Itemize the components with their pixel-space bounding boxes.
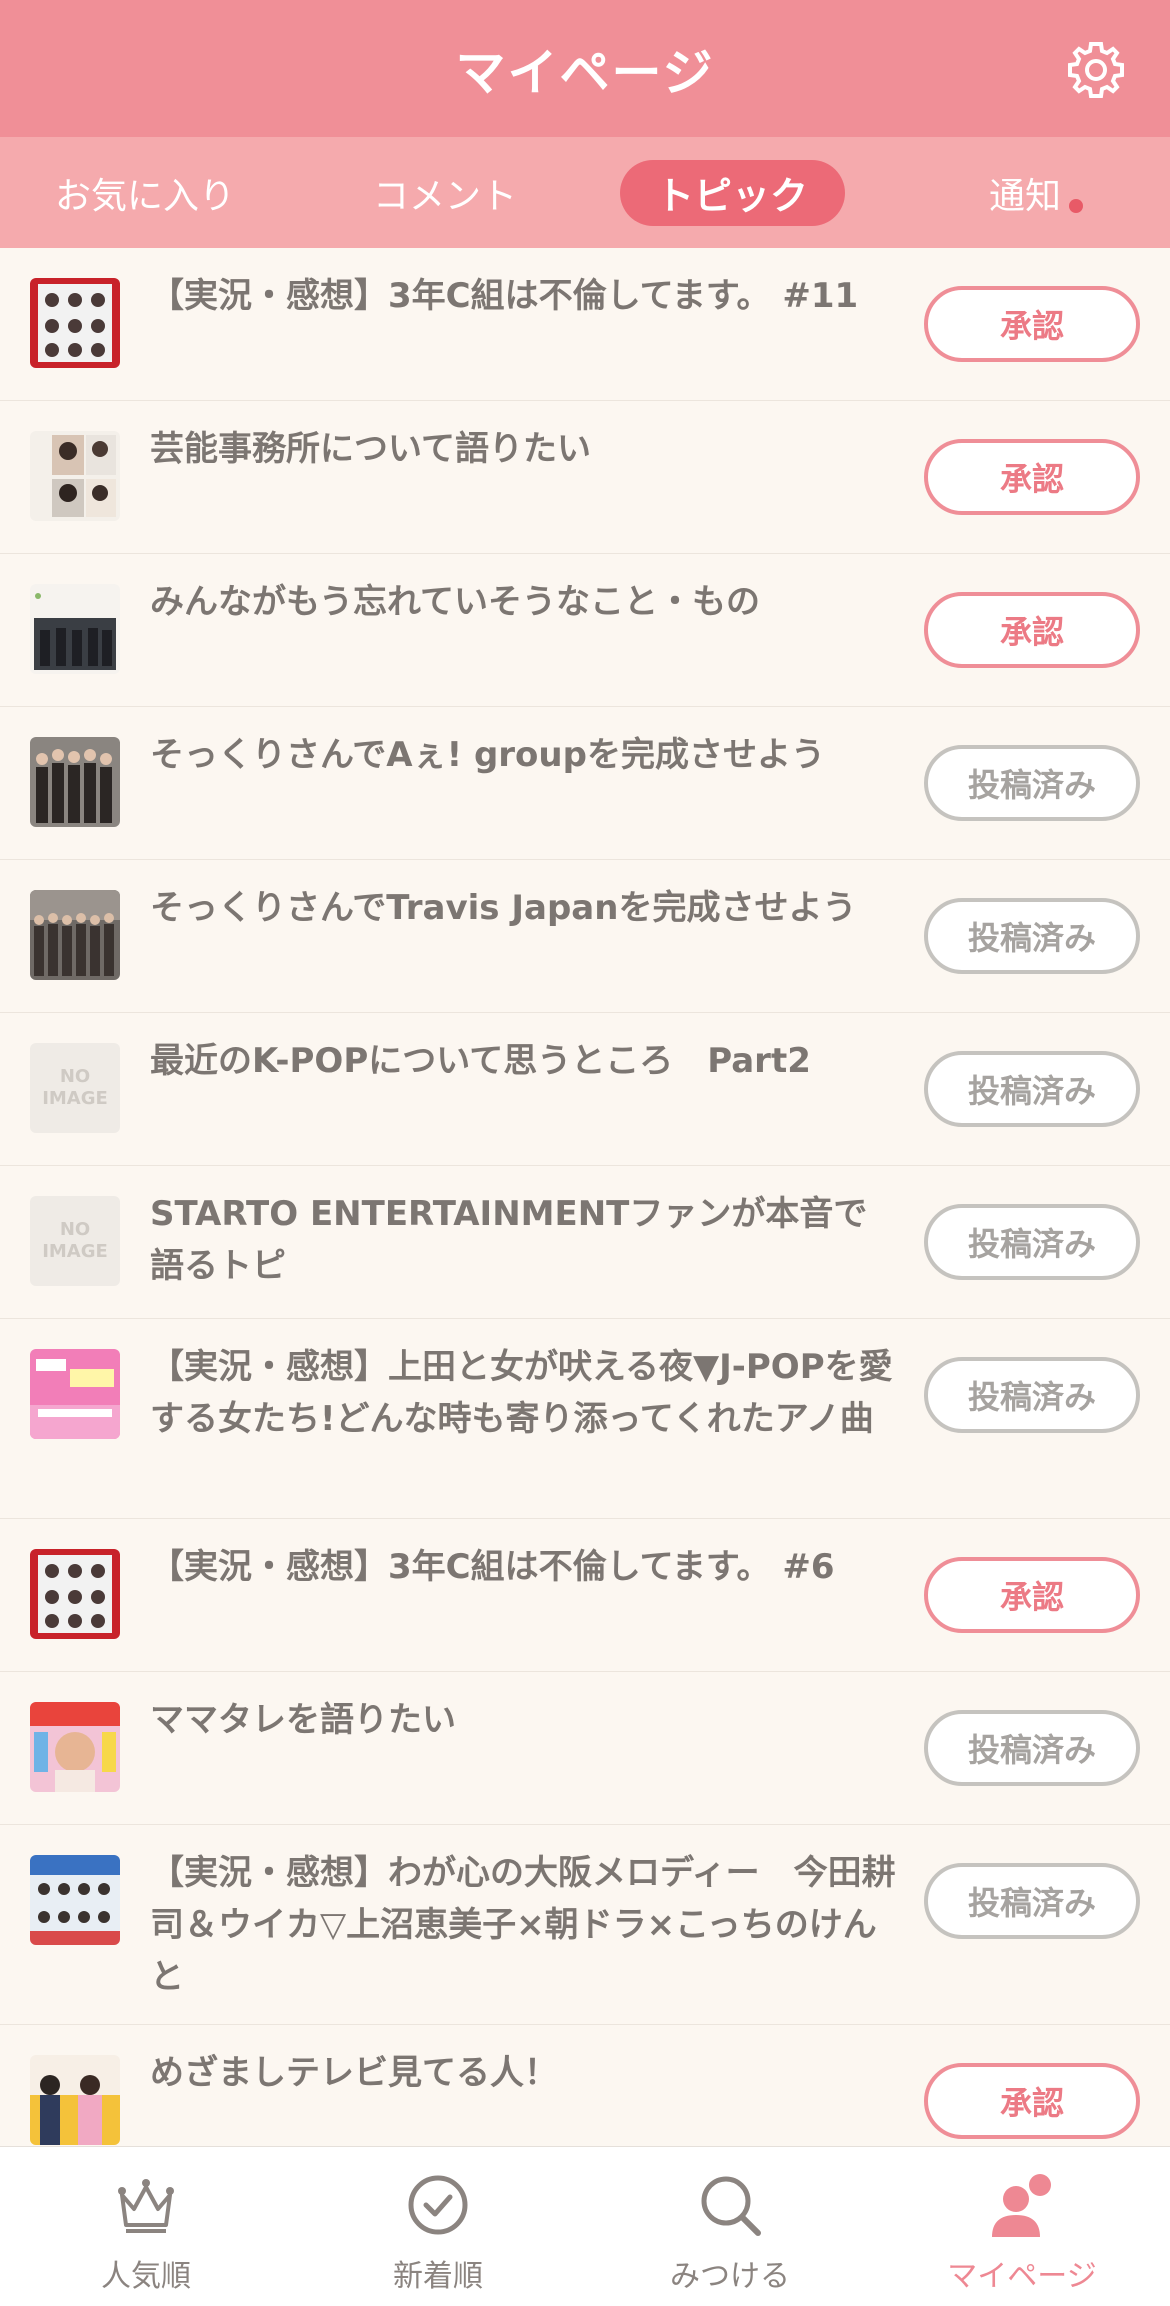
no-image-placeholder: NO IMAGE: [30, 1196, 120, 1286]
nav-popular[interactable]: 人気順: [0, 2147, 292, 2306]
topic-thumbnail: [30, 431, 120, 521]
posted-button[interactable]: 投稿済み: [924, 1051, 1140, 1127]
list-item[interactable]: ママタレを語りたい 投稿済み: [0, 1672, 1170, 1825]
posted-button[interactable]: 投稿済み: [924, 1863, 1140, 1939]
bottom-nav: 人気順 新着順 みつける マイページ: [0, 2146, 1170, 2306]
topic-title: 【実況・感想】3年C組は不倫してます。 #11: [150, 276, 859, 316]
topic-title: 【実況・感想】上田と女が吠える夜▼J-POPを愛する女たち!どんな時も寄り添って…: [150, 1347, 893, 1439]
topic-title: そっくりさんでTravis Japanを完成させよう: [150, 888, 857, 928]
topic-title: 【実況・感想】3年C組は不倫してます。 #6: [150, 1547, 835, 1587]
clock-icon: [408, 2175, 468, 2235]
tab-label: トピック: [619, 159, 845, 226]
topic-thumbnail: [30, 1549, 120, 1639]
crown-icon: [118, 2179, 174, 2233]
tab-label-wrap: 通知: [988, 167, 1083, 219]
posted-button[interactable]: 投稿済み: [924, 898, 1140, 974]
topic-title: STARTO ENTERTAINMENTファンが本音で語るトピ: [150, 1194, 868, 1286]
tab-label: コメント: [372, 175, 517, 217]
topic-title: そっくりさんでAぇ! groupを完成させよう: [150, 735, 825, 775]
no-image-label: NO: [59, 1066, 91, 1087]
no-image-label: IMAGE: [42, 1088, 108, 1109]
users-icon: [992, 2174, 1051, 2237]
topic-thumbnail: [30, 278, 120, 368]
topic-thumbnail: NO IMAGE: [30, 1196, 120, 1286]
nav-new[interactable]: 新着順: [292, 2147, 584, 2306]
nav-label: 新着順: [393, 2259, 483, 2294]
approve-button[interactable]: 承認: [924, 592, 1140, 668]
tab-bar: お気に入り コメント トピック 通知: [0, 137, 1170, 248]
topic-thumbnail: [30, 890, 120, 980]
list-item[interactable]: 【実況・感想】わが心の大阪メロディー 今田耕司＆ウイカ▽上沼恵美子×朝ドラ×こっ…: [0, 1825, 1170, 2025]
topic-list: 【実況・感想】3年C組は不倫してます。 #11 承認 芸能事務所について語りたい: [0, 248, 1170, 2155]
nav-label: マイページ: [947, 2259, 1097, 2294]
list-item[interactable]: みんながもう忘れていそうなこと・もの 承認: [0, 554, 1170, 707]
list-item[interactable]: NO IMAGE 最近のK-POPについて思うところ Part2 投稿済み: [0, 1013, 1170, 1166]
topic-title: 最近のK-POPについて思うところ Part2: [150, 1041, 811, 1081]
tab-label: お気に入り: [54, 175, 235, 217]
tab-topics[interactable]: トピック: [617, 137, 847, 248]
tab-notifications[interactable]: 通知: [930, 137, 1120, 248]
posted-button[interactable]: 投稿済み: [924, 745, 1140, 821]
approve-button[interactable]: 承認: [924, 2063, 1140, 2139]
no-image-placeholder: NO IMAGE: [30, 1043, 120, 1133]
no-image-label: NO: [59, 1219, 91, 1240]
page-title: マイページ: [455, 43, 715, 102]
topic-thumbnail: [30, 737, 120, 827]
topic-title: みんながもう忘れていそうなこと・もの: [150, 582, 760, 622]
topic-thumbnail: [30, 2055, 120, 2145]
list-item[interactable]: そっくりさんでAぇ! groupを完成させよう 投稿済み: [0, 707, 1170, 860]
nav-search[interactable]: みつける: [584, 2147, 876, 2306]
topic-thumbnail: [30, 1855, 120, 1945]
list-item[interactable]: そっくりさんでTravis Japanを完成させよう 投稿済み: [0, 860, 1170, 1013]
topic-thumbnail: NO IMAGE: [30, 1043, 120, 1133]
list-item[interactable]: 【実況・感想】3年C組は不倫してます。 #11 承認: [0, 248, 1170, 401]
list-item[interactable]: NO IMAGE STARTO ENTERTAINMENTファンが本音で語るトピ…: [0, 1166, 1170, 1319]
tab-favorites[interactable]: お気に入り: [30, 137, 260, 248]
tab-label: 通知: [988, 175, 1061, 217]
nav-mypage[interactable]: マイページ: [876, 2147, 1168, 2306]
topic-thumbnail: [30, 1702, 120, 1792]
tab-comments[interactable]: コメント: [330, 137, 560, 248]
topic-title: めざましテレビ見てる人！: [150, 2053, 558, 2093]
nav-label: みつける: [670, 2259, 790, 2294]
approve-button[interactable]: 承認: [924, 286, 1140, 362]
notification-dot: [1069, 198, 1083, 213]
list-item[interactable]: めざましテレビ見てる人！ 承認: [0, 2025, 1170, 2155]
approve-button[interactable]: 承認: [924, 439, 1140, 515]
list-item[interactable]: 【実況・感想】3年C組は不倫してます。 #6 承認: [0, 1519, 1170, 1672]
search-icon: [701, 2176, 761, 2236]
posted-button[interactable]: 投稿済み: [924, 1204, 1140, 1280]
gear-icon[interactable]: [1064, 38, 1128, 102]
list-item[interactable]: 【実況・感想】上田と女が吠える夜▼J-POPを愛する女たち!どんな時も寄り添って…: [0, 1319, 1170, 1519]
topic-title: 【実況・感想】わが心の大阪メロディー 今田耕司＆ウイカ▽上沼恵美子×朝ドラ×こっ…: [150, 1853, 896, 1997]
posted-button[interactable]: 投稿済み: [924, 1357, 1140, 1433]
app-screen: マイページ お気に入り コメント トピック 通知 【実況・感想】3年C組は不倫し…: [0, 0, 1170, 2306]
no-image-label: IMAGE: [42, 1241, 108, 1262]
topic-thumbnail: [30, 1349, 120, 1439]
topic-title: ママタレを語りたい: [150, 1700, 456, 1740]
topic-thumbnail: [30, 584, 120, 674]
topic-title: 芸能事務所について語りたい: [150, 429, 591, 469]
posted-button[interactable]: 投稿済み: [924, 1710, 1140, 1786]
header-bar: マイページ: [0, 0, 1170, 137]
list-item[interactable]: 芸能事務所について語りたい 承認: [0, 401, 1170, 554]
approve-button[interactable]: 承認: [924, 1557, 1140, 1633]
nav-label: 人気順: [101, 2259, 191, 2294]
